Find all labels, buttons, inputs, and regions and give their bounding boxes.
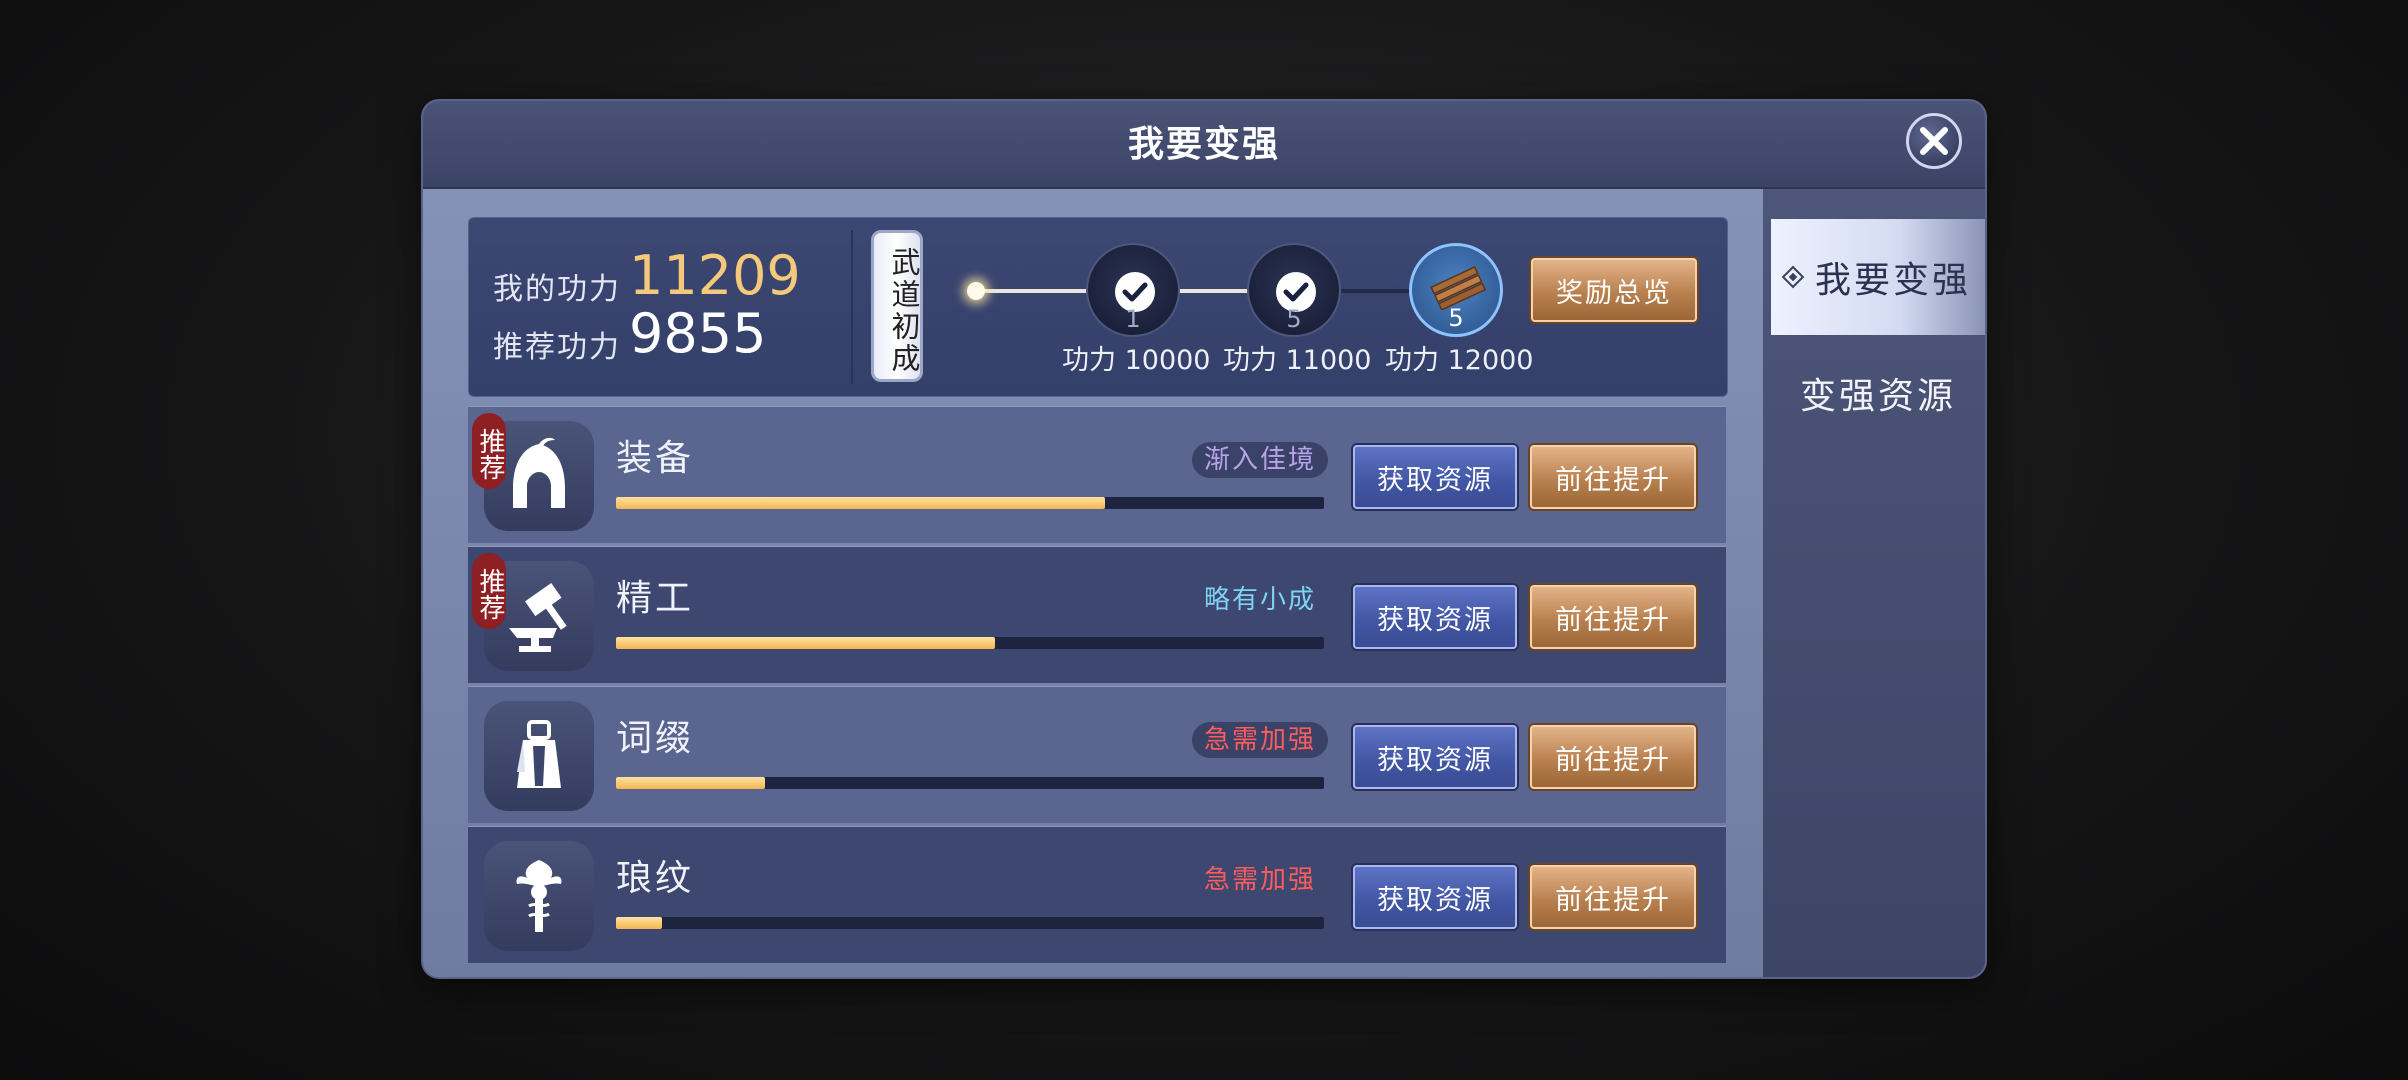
- get-resources-button[interactable]: 获取资源: [1353, 445, 1517, 509]
- tab-label: 我要变强: [1814, 260, 1971, 301]
- power-panel: 我的功力 11209 推荐功力 9855 武道初成 1 5 5 功力 10000…: [468, 217, 1728, 397]
- recommended-badge: 推荐: [472, 553, 506, 629]
- category-row-affix: 词缀 急需加强 获取资源 前往提升: [468, 686, 1726, 823]
- tab-label: 变强资源: [1799, 376, 1956, 417]
- progress-bar: [616, 637, 1324, 649]
- dialog-title: 我要变强: [1127, 123, 1280, 165]
- category-name: 琅纹: [616, 858, 695, 899]
- progress-fill: [616, 777, 765, 789]
- reward-overview-button[interactable]: 奖励总览: [1531, 258, 1697, 322]
- close-button[interactable]: [1906, 113, 1962, 169]
- progress-bar: [616, 777, 1324, 789]
- category-row-equipment: 推荐 装备 渐入佳境 获取资源 前往提升: [468, 406, 1726, 543]
- progress-bar: [616, 497, 1324, 509]
- close-icon: [1920, 127, 1948, 155]
- go-upgrade-button[interactable]: 前往提升: [1530, 585, 1696, 649]
- progress-fill: [616, 497, 1105, 509]
- track-segment: [1179, 289, 1249, 293]
- strengthen-dialog: 我要变强 我的功力 11209 推荐功力 9855 武道初成 1 5 5 功力 …: [423, 101, 1985, 977]
- totem-pattern-icon: [484, 841, 594, 951]
- track-start-dot: [967, 282, 985, 300]
- category-row-pattern: 琅纹 急需加强 获取资源 前往提升: [468, 826, 1726, 963]
- my-power-value: 11209: [629, 244, 801, 307]
- milestone-label-2: 功力 11000: [1223, 345, 1372, 376]
- milestone-reward-3[interactable]: 5: [1409, 243, 1503, 337]
- robe-icon: [484, 701, 594, 811]
- progress-fill: [616, 917, 663, 929]
- dialog-header: 我要变强: [423, 101, 1985, 189]
- progress-bar: [616, 917, 1324, 929]
- divider: [851, 230, 853, 384]
- get-resources-button[interactable]: 获取资源: [1353, 725, 1517, 789]
- recommended-badge: 推荐: [472, 413, 506, 489]
- status-label: 急需加强: [1203, 865, 1316, 895]
- side-nav: 我要变强 变强资源: [1763, 189, 1985, 977]
- category-name: 装备: [616, 438, 695, 479]
- get-resources-button[interactable]: 获取资源: [1353, 585, 1517, 649]
- track-segment: [976, 289, 1086, 293]
- milestone-reward-1[interactable]: 1: [1086, 243, 1180, 337]
- go-upgrade-button[interactable]: 前往提升: [1530, 445, 1696, 509]
- category-name: 精工: [616, 578, 695, 619]
- milestone-count: 1: [1125, 305, 1141, 333]
- milestone-count: 5: [1286, 305, 1302, 333]
- recommended-power-label: 推荐功力: [493, 330, 621, 365]
- recommended-power-value: 9855: [629, 302, 767, 365]
- tier-badge: 武道初成: [871, 230, 923, 382]
- status-label: 急需加强: [1191, 722, 1328, 758]
- milestone-reward-2[interactable]: 5: [1247, 243, 1341, 337]
- my-power-label: 我的功力: [493, 272, 621, 307]
- tab-strengthen[interactable]: 我要变强: [1771, 219, 1985, 335]
- milestone-label-1: 功力 10000: [1062, 345, 1211, 376]
- go-upgrade-button[interactable]: 前往提升: [1530, 865, 1696, 929]
- status-label: 略有小成: [1203, 585, 1316, 615]
- category-name: 词缀: [616, 718, 695, 759]
- go-upgrade-button[interactable]: 前往提升: [1530, 725, 1696, 789]
- status-label: 渐入佳境: [1191, 442, 1328, 478]
- track-segment: [1341, 289, 1411, 293]
- diamond-icon: [1781, 265, 1805, 289]
- progress-fill: [616, 637, 995, 649]
- tab-resources[interactable]: 变强资源: [1771, 335, 1985, 451]
- milestone-label-3: 功力 12000: [1385, 345, 1534, 376]
- milestone-count: 5: [1448, 304, 1464, 332]
- category-row-crafting: 推荐 精工 略有小成 获取资源 前往提升: [468, 546, 1726, 683]
- get-resources-button[interactable]: 获取资源: [1353, 865, 1517, 929]
- main-content: 我的功力 11209 推荐功力 9855 武道初成 1 5 5 功力 10000…: [423, 189, 1763, 977]
